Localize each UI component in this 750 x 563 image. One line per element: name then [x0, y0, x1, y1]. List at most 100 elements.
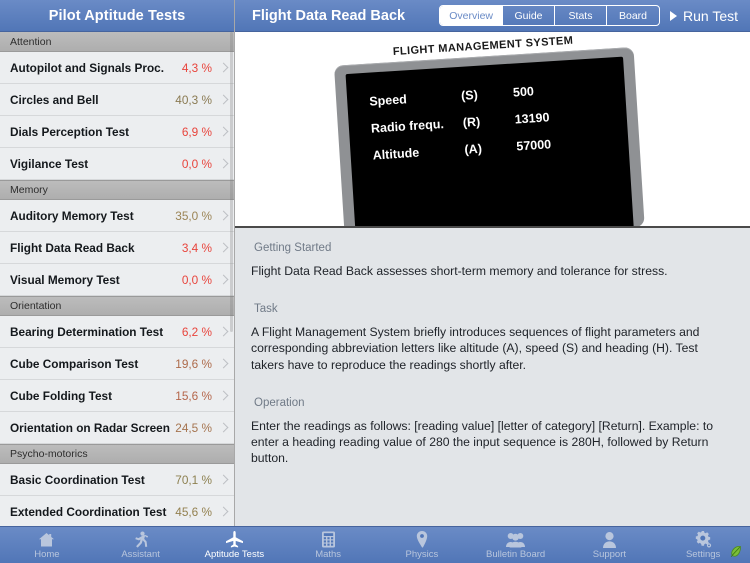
test-list[interactable]: AttentionAutopilot and Signals Proc.4,3 …	[0, 32, 234, 526]
section-header: Attention	[0, 32, 234, 52]
run-test-button[interactable]: Run Test	[670, 8, 742, 24]
tab-support[interactable]: Support	[563, 527, 657, 563]
test-list-item[interactable]: Flight Data Read Back3,4 %	[0, 232, 234, 264]
run-test-label: Run Test	[683, 8, 738, 24]
section-header: Psycho-motorics	[0, 444, 234, 464]
test-name: Extended Coordination Test	[10, 505, 175, 519]
test-score: 3,4 %	[182, 241, 212, 255]
test-score: 6,9 %	[182, 125, 212, 139]
view-tabs[interactable]: OverviewGuideStatsBoard	[439, 5, 660, 26]
tab-label: Physics	[406, 549, 439, 560]
fms-bezel: Speed(S)500Radio frequ.(R)13190Altitude(…	[334, 47, 645, 228]
test-list-item[interactable]: Dials Perception Test6,9 %	[0, 116, 234, 148]
test-list-item[interactable]: Bearing Determination Test6,2 %	[0, 316, 234, 348]
test-list-item[interactable]: Extended Coordination Test45,6 %	[0, 496, 234, 526]
tab-home[interactable]: Home	[0, 527, 94, 563]
test-list-item[interactable]: Cube Folding Test15,6 %	[0, 380, 234, 412]
fms-reading-row: Altitude(A)57000	[350, 132, 628, 163]
tab-bulletin-board[interactable]: Bulletin Board	[469, 527, 563, 563]
chevron-right-icon	[219, 325, 228, 339]
section-heading: Task	[254, 303, 734, 315]
test-score: 45,6 %	[175, 505, 212, 519]
test-list-item[interactable]: Cube Comparison Test19,6 %	[0, 348, 234, 380]
tab-guide[interactable]: Guide	[503, 6, 555, 25]
test-score: 35,0 %	[175, 209, 212, 223]
tab-assistant[interactable]: Assistant	[94, 527, 188, 563]
test-list-item[interactable]: Vigilance Test0,0 %	[0, 148, 234, 180]
fms-reading-value: 13190	[514, 110, 550, 126]
chevron-right-icon	[219, 241, 228, 255]
tab-board[interactable]: Board	[607, 6, 659, 25]
test-list-item[interactable]: Visual Memory Test0,0 %	[0, 264, 234, 296]
leaf-icon[interactable]	[729, 545, 743, 558]
tab-stats[interactable]: Stats	[555, 6, 607, 25]
section-header: Memory	[0, 180, 234, 200]
app-window: Pilot Aptitude Tests AttentionAutopilot …	[0, 0, 750, 563]
tab-label: Assistant	[121, 549, 160, 560]
test-score: 0,0 %	[182, 273, 212, 287]
test-score: 24,5 %	[175, 421, 212, 435]
section-body: A Flight Management System briefly intro…	[251, 324, 734, 373]
fms-reading-abbr: (A)	[464, 139, 517, 156]
chevron-right-icon	[219, 157, 228, 171]
test-list-item[interactable]: Circles and Bell40,3 %	[0, 84, 234, 116]
tab-label: Aptitude Tests	[205, 549, 265, 560]
test-score: 15,6 %	[175, 389, 212, 403]
section-body: Enter the readings as follows: [reading …	[251, 418, 734, 467]
main-panel: Flight Data Read Back OverviewGuideStats…	[235, 0, 750, 526]
fms-reading-row: Speed(S)500	[347, 79, 625, 110]
tab-physics[interactable]: Physics	[375, 527, 469, 563]
bottom-tab-bar[interactable]: Home Assistant Aptitude Tests Maths Physics B…	[0, 526, 750, 563]
chevron-right-icon	[219, 209, 228, 223]
fms-reading-abbr: (R)	[462, 113, 515, 130]
fms-reading-value: 500	[513, 84, 535, 99]
illustration-area: FLIGHT MANAGEMENT SYSTEM Speed(S)500Radi…	[235, 32, 750, 228]
chevron-right-icon	[219, 93, 228, 107]
test-score: 40,3 %	[175, 93, 212, 107]
chevron-right-icon	[219, 61, 228, 75]
description-panel: Getting Started Flight Data Read Back ass…	[235, 228, 750, 526]
fms-reading-value: 57000	[516, 137, 552, 153]
test-name: Basic Coordination Test	[10, 473, 175, 487]
test-name: Auditory Memory Test	[10, 209, 175, 223]
fms-device: FLIGHT MANAGEMENT SYSTEM Speed(S)500Radi…	[333, 32, 645, 228]
pin-icon	[416, 531, 428, 548]
test-list-item[interactable]: Basic Coordination Test70,1 %	[0, 464, 234, 496]
section-body: Flight Data Read Back assesses short-ter…	[251, 263, 734, 279]
test-score: 0,0 %	[182, 157, 212, 171]
airplane-icon	[225, 531, 244, 548]
test-name: Orientation on Radar Screen	[10, 421, 175, 435]
tab-maths[interactable]: Maths	[281, 527, 375, 563]
chevron-right-icon	[219, 357, 228, 371]
test-name: Dials Perception Test	[10, 125, 182, 139]
test-list-item[interactable]: Orientation on Radar Screen24,5 %	[0, 412, 234, 444]
tab-aptitude-tests[interactable]: Aptitude Tests	[188, 527, 282, 563]
tab-label: Support	[593, 549, 626, 560]
content-area: Pilot Aptitude Tests AttentionAutopilot …	[0, 0, 750, 526]
test-name: Bearing Determination Test	[10, 325, 182, 339]
section-heading: Getting Started	[254, 242, 734, 254]
sidebar-scrollbar[interactable]	[230, 32, 233, 332]
test-score: 4,3 %	[182, 61, 212, 75]
fms-reading-label: Altitude	[372, 143, 465, 163]
person-icon	[603, 531, 616, 548]
test-list-item[interactable]: Auditory Memory Test35,0 %	[0, 200, 234, 232]
main-header: Flight Data Read Back OverviewGuideStats…	[235, 0, 750, 32]
section-header: Orientation	[0, 296, 234, 316]
chevron-right-icon	[219, 125, 228, 139]
test-score: 6,2 %	[182, 325, 212, 339]
test-list-item[interactable]: Autopilot and Signals Proc.4,3 %	[0, 52, 234, 84]
chevron-right-icon	[219, 389, 228, 403]
play-icon	[670, 11, 677, 21]
chevron-right-icon	[219, 273, 228, 287]
tab-overview[interactable]: Overview	[440, 6, 503, 25]
fms-reading-abbr: (S)	[461, 86, 514, 103]
test-name: Flight Data Read Back	[10, 241, 182, 255]
fms-reading-label: Radio frequ.	[371, 116, 464, 136]
fms-reading-row: Radio frequ.(R)13190	[349, 106, 627, 137]
test-score: 19,6 %	[175, 357, 212, 371]
test-name: Cube Folding Test	[10, 389, 175, 403]
runner-icon	[133, 531, 148, 548]
chevron-right-icon	[219, 473, 228, 487]
test-name: Autopilot and Signals Proc.	[10, 61, 182, 75]
